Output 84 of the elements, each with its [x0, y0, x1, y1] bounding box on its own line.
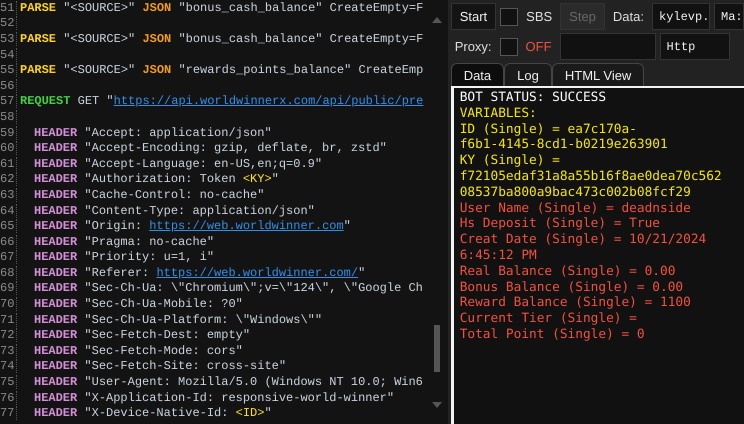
output-line: Total Point (Single) = 0 — [460, 326, 646, 343]
output-line: f6b1-4145-8cd1-b0219e263901 — [460, 137, 669, 154]
tab[interactable]: HTML View — [552, 63, 644, 86]
line-number: 74 — [0, 359, 17, 374]
line-number: 76 — [0, 390, 17, 405]
line-number: 75 — [0, 375, 17, 390]
line-number: 52 — [0, 16, 17, 30]
code-line: HEADER "User-Agent: Mozilla/5.0 (Windows NT 10.0; Win6 — [34, 375, 423, 390]
code-editor[interactable] — [0, 0, 448, 424]
code-line: HEADER "Cache-Control: no-cache" — [34, 188, 264, 202]
line-number: 67 — [0, 250, 17, 264]
code-line: HEADER "Authorization: Token <KY>" — [34, 172, 279, 186]
code-line: HEADER "Sec-Fetch-Dest: empty" — [34, 328, 250, 342]
line-number: 63 — [0, 188, 17, 202]
scrollbar-thumb[interactable] — [434, 325, 440, 372]
proxy-type-field[interactable]: Http — [660, 33, 730, 60]
line-number: 72 — [0, 328, 17, 342]
code-line: HEADER "Accept-Language: en-US,en;q=0.9" — [34, 156, 322, 171]
code-line: HEADER "Priority: u=1, i" — [34, 250, 214, 264]
scroll-up-icon[interactable] — [432, 17, 442, 23]
line-number: 60 — [0, 141, 17, 156]
code-line: PARSE "<SOURCE>" JSON "bonus_cash_balance" CreateEmpty=F — [20, 0, 424, 15]
line-number: 57 — [0, 94, 17, 108]
line-number: 69 — [0, 281, 17, 296]
code-line: HEADER "Sec-Fetch-Site: cross-site" — [34, 359, 286, 374]
tab[interactable]: Log — [504, 63, 552, 86]
code-line: HEADER "Accept: application/json" — [34, 126, 272, 140]
output-line: 08537ba800a9bac473c002b08fcf29 — [460, 184, 692, 201]
output-line: Current Tier (Single) = — [460, 311, 638, 327]
output-line: VARIABLES: — [460, 106, 538, 122]
code-line: HEADER "X-Device-Native-Id: <ID>" — [34, 406, 272, 420]
output-line: Reward Balance (Single) = 1100 — [460, 295, 692, 312]
output-line: Creat Date (Single) = 10/21/2024 — [460, 232, 708, 248]
output-line: 6:45:12 PM — [460, 248, 538, 264]
start-button[interactable]: Start — [450, 3, 496, 30]
code-line: REQUEST GET "https://api.worldwinnerx.com/api/public/pre — [20, 94, 424, 108]
proxy-checkbox[interactable] — [500, 38, 518, 56]
line-number: 66 — [0, 234, 17, 249]
code-line: HEADER "Content-Type: application/json" — [34, 204, 315, 218]
sbs-checkbox[interactable] — [500, 8, 518, 26]
line-number: 55 — [0, 63, 17, 78]
output-line: Real Balance (Single) = 0.00 — [460, 264, 676, 280]
output-line: ID (Single) = ea7c170a- — [460, 122, 638, 138]
code-line: HEADER "X-Application-Id: responsive-world-winner" — [34, 390, 394, 405]
output-line: Bonus Balance (Single) = 0.00 — [460, 280, 684, 296]
proxy-label: Proxy: — [454, 39, 493, 54]
line-number: 68 — [0, 266, 17, 280]
line-number: 54 — [0, 48, 17, 62]
line-number: 56 — [0, 78, 17, 93]
sbs-label: SBS — [525, 9, 554, 24]
line-number: 77 — [0, 406, 17, 420]
line-number: 70 — [0, 297, 17, 312]
tab[interactable]: Data — [450, 63, 504, 86]
code-line: PARSE "<SOURCE>" JSON "rewards_points_balance" CreateEmp — [20, 63, 424, 78]
line-number: 71 — [0, 312, 17, 327]
line-number: 53 — [0, 32, 17, 46]
code-line: PARSE "<SOURCE>" JSON "bonus_cash_balance" CreateEmpty=F — [20, 32, 424, 46]
data-field[interactable]: kylevp. — [652, 3, 710, 30]
output-line: Hs Deposit (Single) = True — [460, 216, 662, 232]
line-number: 58 — [0, 110, 17, 124]
code-line: HEADER "Accept-Encoding: gzip, deflate, br, zstd" — [34, 141, 387, 156]
output-line: BOT STATUS: SUCCESS — [460, 90, 608, 106]
output-line: User Name (Single) = deadnside — [460, 200, 692, 216]
line-number: 64 — [0, 204, 17, 218]
line-number: 59 — [0, 126, 17, 140]
output-line: KY (Single) = — [460, 153, 561, 169]
line-number: 65 — [0, 219, 17, 234]
line-number: 61 — [0, 156, 17, 171]
code-line: HEADER "Pragma: no-cache" — [34, 234, 214, 249]
line-number: 73 — [0, 344, 17, 358]
code-line: HEADER "Sec-Ch-Ua: \"Chromium\";v=\"124\", \"Google Ch — [34, 281, 423, 296]
code-line: HEADER "Sec-Fetch-Mode: cors" — [34, 344, 243, 358]
code-line: HEADER "Sec-Ch-Ua-Platform: \"Windows\"" — [34, 312, 322, 327]
data-label: Data: — [612, 9, 645, 24]
proxy-status: OFF — [524, 39, 553, 54]
scroll-down-icon[interactable] — [432, 402, 442, 408]
line-number: 62 — [0, 172, 17, 186]
output-line: f72105edaf31a8a55b16f8ae0dea70c562 — [460, 168, 723, 185]
proxy-field[interactable] — [560, 33, 656, 60]
code-line: HEADER "Referer: https://web.worldwinner.com/" — [34, 266, 366, 280]
line-number: 51 — [0, 0, 17, 15]
code-line: HEADER "Sec-Ch-Ua-Mobile: ?0" — [34, 297, 243, 312]
mode-field[interactable]: Ma: — [714, 3, 744, 30]
code-line: HEADER "Origin: https://web.worldwinner.com" — [34, 219, 351, 234]
